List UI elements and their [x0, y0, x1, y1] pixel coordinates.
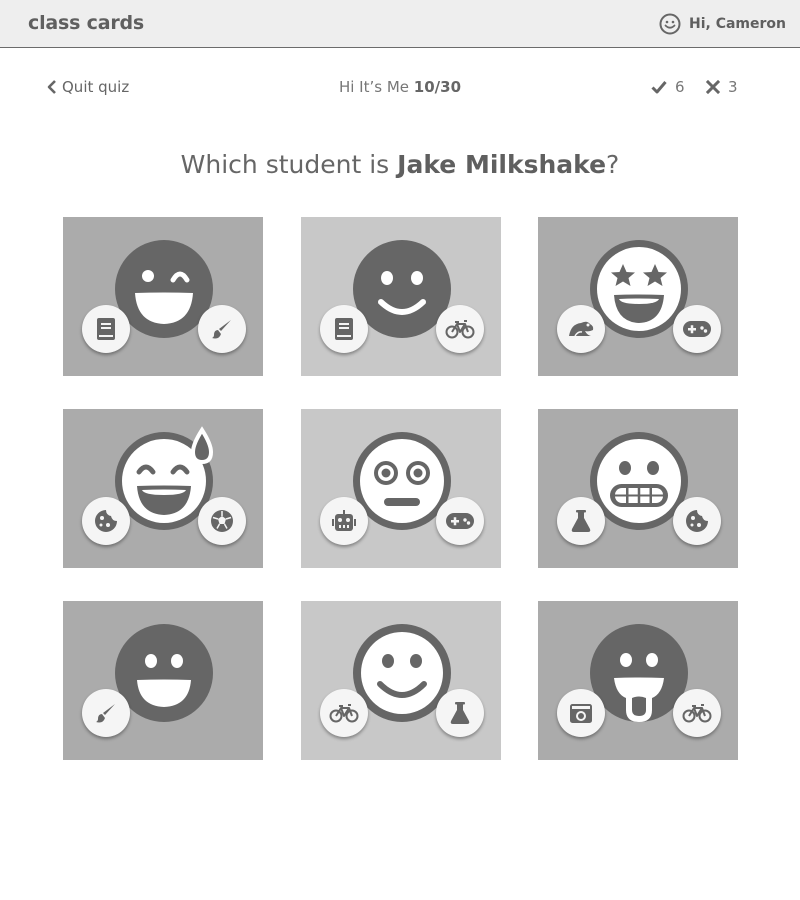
- bicycle-icon: [445, 320, 475, 339]
- cookie-icon: [686, 510, 708, 532]
- chevron-left-icon: [47, 80, 56, 94]
- student-card-8[interactable]: [301, 601, 501, 760]
- paintbrush-icon: [96, 704, 115, 723]
- frog-icon: [569, 321, 594, 337]
- gamepad-icon: [446, 513, 474, 529]
- student-name: Jake Milkshake: [397, 150, 607, 179]
- robot-badge: [320, 497, 368, 545]
- paintbrush-badge: [198, 305, 246, 353]
- question-suffix: ?: [606, 150, 620, 179]
- camera-badge: [557, 689, 605, 737]
- soccer-ball-icon: [211, 510, 233, 532]
- student-card-1[interactable]: [63, 217, 263, 376]
- cookie-badge: [673, 497, 721, 545]
- close-icon: [706, 80, 720, 94]
- wrong-count: 3: [728, 78, 738, 96]
- gamepad-badge: [436, 497, 484, 545]
- question-text: Which student is Jake Milkshake?: [0, 150, 800, 179]
- check-icon: [651, 81, 667, 94]
- quiz-progress-count: 10/30: [413, 78, 462, 96]
- bicycle-badge: [436, 305, 484, 353]
- question-prefix: Which student is: [180, 150, 398, 179]
- gamepad-icon: [683, 321, 711, 337]
- quiz-bar: Hi It’s Me 10/30 Quit quiz 6 3: [0, 78, 800, 102]
- quit-quiz-label: Quit quiz: [62, 78, 130, 96]
- student-card-5[interactable]: [301, 409, 501, 568]
- grinning-face-icon: [115, 624, 213, 722]
- student-card-9[interactable]: [538, 601, 738, 760]
- bicycle-badge: [320, 689, 368, 737]
- correct-count: 6: [675, 78, 685, 96]
- book-icon: [335, 318, 353, 340]
- app-brand[interactable]: class cards: [28, 12, 144, 34]
- user-menu[interactable]: Hi, Cameron: [659, 13, 786, 35]
- flask-badge: [557, 497, 605, 545]
- student-card-6[interactable]: [538, 409, 738, 568]
- cookie-badge: [82, 497, 130, 545]
- book-icon: [97, 318, 115, 340]
- quit-quiz-button[interactable]: Quit quiz: [46, 78, 129, 96]
- book-badge: [82, 305, 130, 353]
- bicycle-badge: [673, 689, 721, 737]
- book-badge: [320, 305, 368, 353]
- student-card-7[interactable]: [63, 601, 263, 760]
- gamepad-badge: [673, 305, 721, 353]
- camera-icon: [570, 704, 592, 723]
- flask-icon: [571, 510, 591, 532]
- frog-badge: [557, 305, 605, 353]
- top-bar: class cards Hi, Cameron: [0, 0, 800, 48]
- cookie-icon: [95, 510, 117, 532]
- bicycle-icon: [329, 704, 359, 723]
- flask-badge: [436, 689, 484, 737]
- soccer-ball-badge: [198, 497, 246, 545]
- student-card-4[interactable]: [63, 409, 263, 568]
- bicycle-icon: [682, 704, 712, 723]
- correct-score: 6: [651, 78, 685, 96]
- user-greeting: Hi, Cameron: [688, 16, 786, 32]
- student-card-2[interactable]: [301, 217, 501, 376]
- flask-icon: [450, 702, 470, 724]
- wrong-score: 3: [706, 78, 738, 96]
- student-card-3[interactable]: [538, 217, 738, 376]
- quiz-name: Hi It’s Me: [338, 78, 410, 96]
- robot-icon: [332, 510, 356, 531]
- paintbrush-badge: [82, 689, 130, 737]
- smiley-icon: [659, 13, 681, 35]
- paintbrush-icon: [212, 320, 231, 339]
